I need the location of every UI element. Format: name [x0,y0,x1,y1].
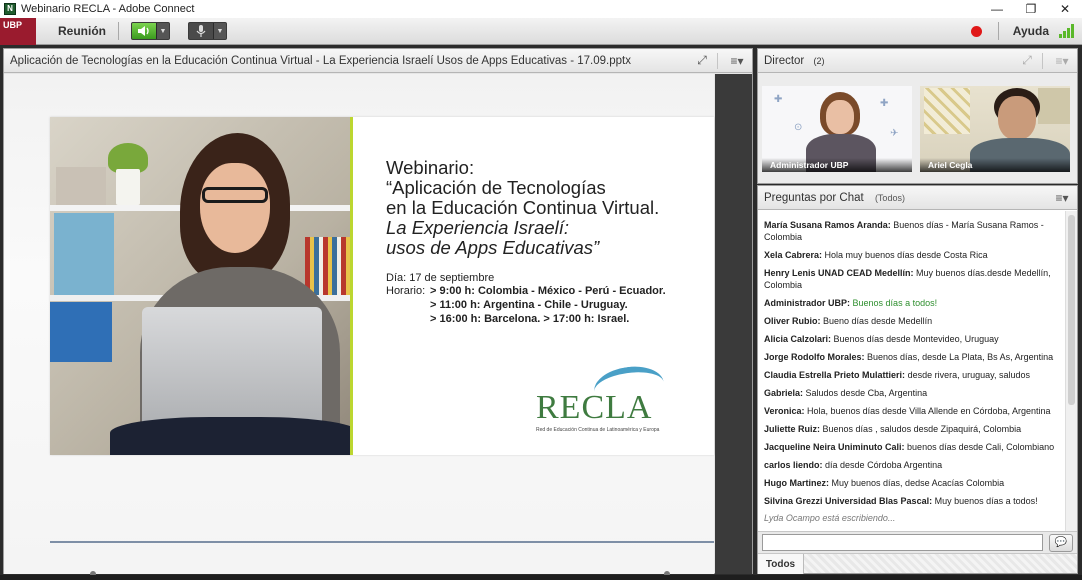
share-pod-header: Aplicación de Tecnologías en la Educació… [4,49,752,73]
slide-heading-1: Webinario: [386,157,475,178]
speaker-icon [132,23,156,39]
camera-feeds: ✚ ⊙ ✚ ✈ Administrador UBP Ariel Cegla [762,86,1074,172]
slide-heading-5: usos de Apps Educativas” [386,237,600,258]
chat-message-input[interactable] [762,534,1044,551]
pod-menu-icon[interactable]: ≡▾ [1047,188,1077,208]
stage-side-panel [715,74,752,574]
director-pod-header: Director (2) ⤢ ≡▾ [758,49,1077,73]
pod-menu-icon[interactable]: ≡▾ [722,51,752,71]
director-count: (2) [813,55,825,66]
slide-heading-4: La Experiencia Israelí: [386,217,570,238]
chat-title: Preguntas por Chat [764,191,864,204]
help-menu[interactable]: Ayuda [1013,24,1049,38]
schedule-line: > 16:00 h: Barcelona. > 17:00 h: Israel. [430,313,630,325]
chat-message: Hugo Martinez: Muy buenos días, dedse Ac… [764,478,1005,488]
menu-separator [997,22,999,40]
fullscreen-icon[interactable]: ⤢ [691,51,713,71]
schedule-line: > 11:00 h: Argentina - Chile - Uruguay. [430,299,628,311]
chat-pod: Preguntas por Chat (Todos) ≡▾ María Susa… [757,185,1078,574]
camera-feed[interactable]: ✚ ⊙ ✚ ✈ Administrador UBP [762,86,912,172]
camera-name-label: Ariel Cegla [920,158,1070,172]
recla-logo: RECLA Red de Educación Continua de Latin… [536,362,676,435]
camera-name-label: Administrador UBP [762,158,912,172]
chat-message: Oliver Rubio: Bueno días desde Medellín [764,316,933,326]
chat-message: Jacqueline Neira Uniminuto Cali: buenos … [764,442,1055,452]
chat-message-list: María Susana Ramos Aranda: Buenos días -… [758,211,1064,531]
chat-message: Claudia Estrella Prieto Mulattieri: desd… [764,370,1030,380]
chat-message: Henry Lenis UNAD CEAD Medellín: Muy buen… [764,268,1051,290]
slide-schedule-row: Horario: > 9:00 h: Colombia - México - P… [386,284,706,298]
raise-hand-mic-icon [189,23,213,39]
menubar: UBP Reunión ▼ ▼ Ayuda [0,17,1082,45]
recla-logo-tagline: Red de Educación Continua de Latinoaméri… [536,427,660,433]
director-pod: Director (2) ⤢ ≡▾ ✚ ⊙ ✚ ✈ Administrador … [757,48,1078,184]
typing-indicator: Lyda Ocampo está escribiendo... [764,513,896,523]
chat-scrollbar[interactable] [1065,211,1077,531]
director-pod-title: Director (2) [764,55,1016,67]
fullscreen-icon[interactable]: ⤢ [1016,51,1038,71]
recla-logo-word: RECLA [536,389,653,426]
microphone-hand-button[interactable]: ▼ [188,22,227,40]
chat-input-row: 💬 [758,531,1077,553]
chat-message: Alicia Calzolari: Buenos días desde Mont… [764,334,999,344]
camera-feed[interactable]: Ariel Cegla [920,86,1070,172]
chat-message: Gabriela: Saludos desde Cba, Argentina [764,388,928,398]
restore-button[interactable]: ❐ [1014,0,1048,18]
presentation-slide: Webinario: “Aplicación de Tecnologías en… [50,117,714,455]
chat-pod-header: Preguntas por Chat (Todos) ≡▾ [758,186,1077,210]
chat-footer: Todos [758,553,1077,574]
tab-todos[interactable]: Todos [758,554,804,574]
director-title: Director [764,54,805,67]
menu-separator [118,22,119,40]
window-titlebar: N Webinario RECLA - Adobe Connect — ❐ ✕ [0,0,1082,18]
slide-schedule-row: > 11:00 h: Argentina - Chile - Uruguay. [386,298,706,312]
pod-menu-icon[interactable]: ≡▾ [1047,51,1077,71]
ubp-logo: UBP [0,17,36,45]
recording-indicator-icon[interactable] [970,25,982,37]
chat-scope: (Todos) [874,192,905,203]
connection-status-icon [1059,24,1074,38]
speaker-dropdown-arrow-icon[interactable]: ▼ [156,23,169,39]
speaker-toggle-button[interactable]: ▼ [131,22,170,40]
adobe-connect-app-icon: N [4,3,16,15]
schedule-label: Horario: [386,285,426,297]
chat-message: Jorge Rodolfo Morales: Buenos días, desd… [764,352,1054,362]
slide-date: Día: 17 de septiembre [386,272,495,284]
slide-heading-3: en la Educación Continua Virtual. [386,197,660,218]
share-pod: Aplicación de Tecnologías en la Educació… [3,48,753,577]
presentation-stage: Webinario: “Aplicación de Tecnologías en… [4,74,714,577]
window-title: Webinario RECLA - Adobe Connect [21,3,195,15]
chat-message: Xela Cabrera: Hola muy buenos días desde… [764,250,988,260]
minimize-button[interactable]: — [980,0,1014,18]
chat-pod-title: Preguntas por Chat (Todos) [764,192,1047,204]
speech-bubble-icon: 💬 [1054,537,1068,548]
chat-message: carlos liendo: día desde Córdoba Argenti… [764,460,943,470]
slide-photo-woman-laptop [50,117,353,455]
chat-message: Veronica: Hola, buenos días desde Villa … [764,406,1051,416]
slide-divider [50,541,714,543]
chat-scrollbar-thumb[interactable] [1068,215,1075,405]
slide-schedule-row: > 16:00 h: Barcelona. > 17:00 h: Israel. [386,312,706,326]
slide-text-block: Webinario: “Aplicación de Tecnologías en… [386,157,706,326]
close-button[interactable]: ✕ [1048,0,1082,18]
chat-message: Administrador UBP: Buenos días a todos! [764,298,938,308]
schedule-line: > 9:00 h: Colombia - México - Perú - Ecu… [430,285,666,297]
meeting-menu[interactable]: Reunión [58,24,106,38]
mic-dropdown-arrow-icon[interactable]: ▼ [213,23,226,39]
taskbar-strip [0,575,1082,580]
send-message-button[interactable]: 💬 [1049,533,1073,552]
chat-message: Silvina Grezzi Universidad Blas Pascal: … [764,496,1038,506]
chat-message: Juliette Ruiz: Buenos días , saludos des… [764,424,1022,434]
share-pod-title: Aplicación de Tecnologías en la Educació… [10,54,631,67]
slide-heading-2: “Aplicación de Tecnologías [386,177,606,198]
chat-message: María Susana Ramos Aranda: Buenos días -… [764,220,1044,242]
